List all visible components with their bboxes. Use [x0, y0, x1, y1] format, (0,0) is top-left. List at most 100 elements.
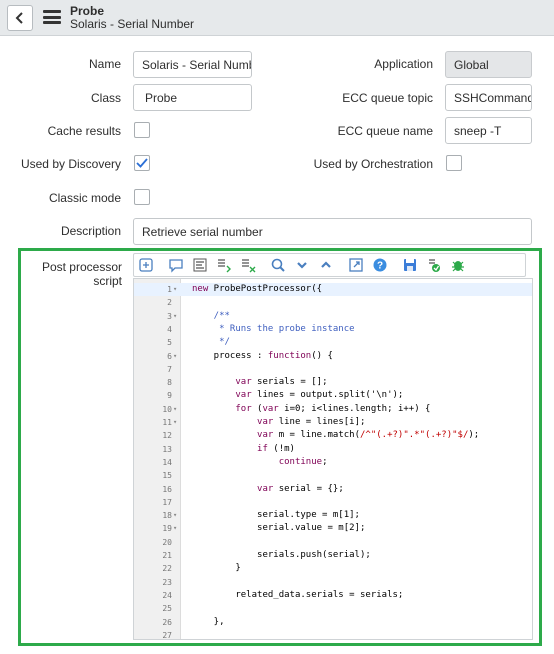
classic-mode-checkbox[interactable] [134, 189, 150, 205]
code-line: 22 } [134, 562, 532, 575]
code-line: 17 [134, 496, 532, 509]
code-line: 9 var lines = output.split('\n'); [134, 389, 532, 402]
line-number: 20 [162, 537, 172, 547]
chevron-left-icon [15, 12, 23, 24]
code-line: 26 }, [134, 616, 532, 629]
cache-results-checkbox[interactable] [134, 122, 150, 138]
search-icon[interactable] [266, 254, 290, 276]
code-editor[interactable]: 1 ▾ new ProbePostProcessor({2 3 ▾ /** 4 * Run… [133, 278, 533, 640]
code-line: 3 ▾ /** [134, 310, 532, 323]
ecc-queue-topic-input[interactable]: SSHCommand [445, 84, 532, 111]
cache-results-label: Cache results [47, 124, 121, 138]
used-by-discovery-checkbox[interactable] [134, 155, 150, 171]
class-input[interactable]: Probe [133, 84, 252, 111]
line-number: 9 [167, 391, 172, 401]
used-by-discovery-label: Used by Discovery [20, 157, 121, 171]
ecc-queue-name-input[interactable]: sneep -T [445, 117, 532, 144]
code-line: 12 var m = line.match(/^"(.+?)".*"(.+?)"… [134, 429, 532, 442]
code-text: */ [192, 337, 230, 348]
code-line: 21 serials.push(serial); [134, 549, 532, 562]
form-subtitle: Solaris - Serial Number [70, 17, 195, 31]
back-button[interactable] [7, 5, 33, 31]
line-number: 23 [162, 577, 172, 587]
hamburger-menu-icon[interactable] [43, 10, 61, 24]
line-number: 25 [162, 604, 172, 614]
comment-icon[interactable] [164, 254, 188, 276]
description-input[interactable]: Retrieve serial number [133, 218, 532, 245]
script-debugger-icon[interactable] [422, 254, 446, 276]
line-number: 4 [167, 324, 172, 334]
line-number: 21 [162, 551, 172, 560]
ecc-queue-name-label: ECC queue name [337, 124, 433, 138]
code-line: 15 [134, 469, 532, 482]
code-text: serial.value = m[2]; [192, 523, 366, 534]
name-label: Name [88, 57, 121, 71]
save-icon[interactable] [398, 254, 422, 276]
line-number: 1 [167, 285, 172, 294]
fold-arrow-icon[interactable]: ▾ [173, 310, 177, 323]
help-icon[interactable]: ? [368, 254, 392, 276]
toggle-syntax-icon[interactable] [134, 254, 158, 276]
post-processor-script-label: Post processor script [41, 260, 122, 288]
used-by-orchestration-checkbox[interactable] [446, 155, 462, 171]
fold-arrow-icon[interactable]: ▾ [173, 522, 177, 535]
code-text: var serials = []; [235, 377, 328, 388]
classic-mode-label: Classic mode [48, 191, 121, 205]
code-text: }, [192, 616, 225, 627]
code-line: 18 ▾ serial.type = m[1]; [134, 509, 532, 522]
class-label: Class [90, 91, 121, 105]
code-line: 1 ▾ new ProbePostProcessor({ [134, 283, 532, 296]
code-text: new ProbePostProcessor({ [192, 284, 323, 294]
fold-arrow-icon[interactable]: ▾ [173, 350, 177, 363]
format-icon[interactable] [188, 254, 212, 276]
find-next-icon[interactable] [290, 254, 314, 276]
code-line: 19 ▾ serial.value = m[2]; [134, 522, 532, 535]
ecc-queue-topic-label: ECC queue topic [342, 91, 433, 105]
code-line: 4 * Runs the probe instance [134, 323, 532, 336]
code-line: 10 ▾ for (var i=0; i<lines.length; i++) { [134, 403, 532, 416]
code-line: 16 var serial = {}; [134, 483, 532, 496]
line-number: 19 [162, 524, 172, 534]
fold-arrow-icon[interactable]: ▾ [173, 283, 177, 296]
code-text: var lines = output.split('\n'); [235, 390, 404, 401]
used-by-orchestration-label: Used by Orchestration [313, 157, 433, 171]
line-number: 16 [162, 484, 172, 494]
code-text: serials.push(serial); [192, 550, 371, 560]
description-label: Description [60, 224, 121, 238]
find-previous-icon[interactable] [314, 254, 338, 276]
insert-comment-icon[interactable] [212, 254, 236, 276]
code-text: continue; [278, 456, 328, 467]
fold-arrow-icon[interactable]: ▾ [173, 416, 177, 429]
line-number: 7 [167, 364, 172, 374]
code-line: 5 */ [134, 336, 532, 349]
fold-arrow-icon[interactable]: ▾ [173, 403, 177, 416]
line-number: 2 [167, 298, 172, 308]
line-number: 5 [167, 338, 172, 348]
line-number: 6 [167, 351, 172, 361]
line-number: 18 [162, 511, 172, 521]
line-number: 24 [162, 590, 172, 600]
code-line: 7 [134, 363, 532, 376]
code-text: process : function() { [192, 350, 333, 361]
line-number: 13 [162, 444, 172, 454]
remove-comment-icon[interactable] [236, 254, 260, 276]
script-toolbar: ? [133, 253, 526, 277]
code-line: 23 [134, 576, 532, 589]
line-number: 26 [162, 617, 172, 627]
code-line: 27 [134, 629, 532, 639]
name-input[interactable]: Solaris - Serial Number [133, 51, 252, 78]
code-line: 11 ▾ var line = lines[i]; [134, 416, 532, 429]
code-text: var m = line.match(/^"(.+?)".*"(.+?)"$/)… [257, 430, 480, 441]
fullscreen-icon[interactable] [344, 254, 368, 276]
code-text: for (var i=0; i<lines.length; i++) { [235, 403, 431, 414]
code-line: 6 ▾ process : function() { [134, 350, 532, 363]
code-line: 13 if (!m) [134, 443, 532, 456]
code-line: 14 continue; [134, 456, 532, 469]
line-number: 12 [162, 431, 172, 441]
fold-arrow-icon[interactable]: ▾ [173, 509, 177, 522]
checkmark-icon [136, 158, 148, 168]
code-line: 24 related_data.serials = serials; [134, 589, 532, 602]
syntax-check-icon[interactable] [446, 254, 470, 276]
code-text: if (!m) [257, 443, 295, 454]
code-line: 8 var serials = []; [134, 376, 532, 389]
